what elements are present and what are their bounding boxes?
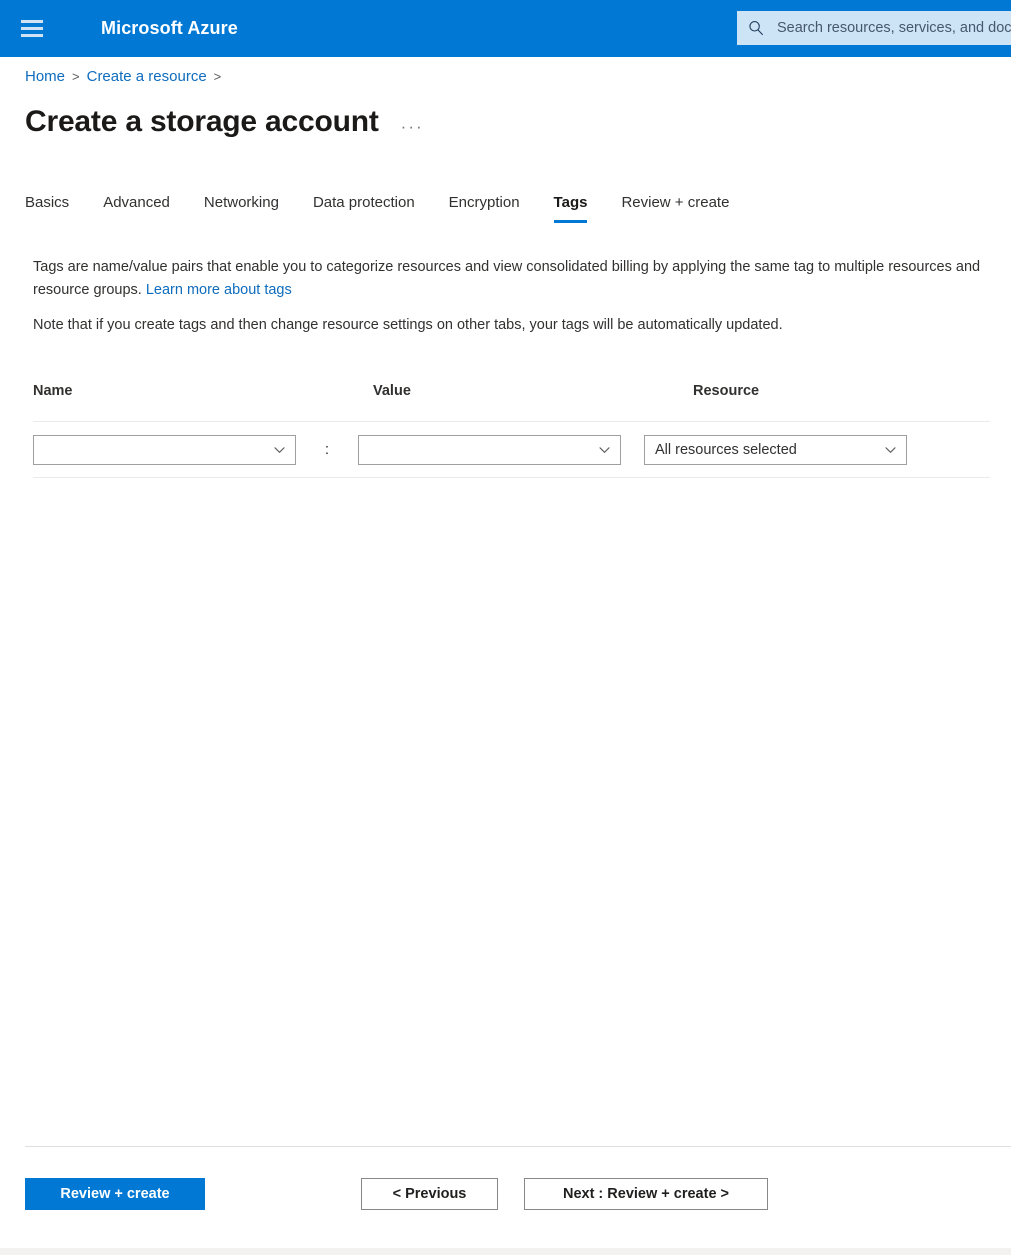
tab-data-protection[interactable]: Data protection bbox=[296, 190, 432, 223]
search-input[interactable] bbox=[775, 11, 1011, 45]
chevron-down-icon bbox=[598, 443, 611, 456]
breadcrumb-item-create-a-resource[interactable]: Create a resource bbox=[87, 68, 207, 85]
tags-table-header: Name Value Resource bbox=[33, 383, 990, 421]
tab-basics[interactable]: Basics bbox=[25, 190, 86, 223]
wizard-footer: Review + create < Previous Next : Review… bbox=[0, 1176, 1011, 1216]
learn-more-about-tags-link[interactable]: Learn more about tags bbox=[146, 282, 292, 298]
previous-button[interactable]: < Previous bbox=[361, 1178, 498, 1210]
breadcrumb-separator-1: > bbox=[72, 69, 80, 84]
page-title: Create a storage account bbox=[25, 105, 379, 138]
tab-networking[interactable]: Networking bbox=[187, 190, 296, 223]
tag-name-dropdown[interactable] bbox=[33, 434, 296, 465]
top-navigation-bar: Microsoft Azure bbox=[0, 0, 1011, 57]
hamburger-icon[interactable] bbox=[8, 0, 56, 57]
tags-note: Note that if you create tags and then ch… bbox=[33, 317, 783, 333]
tag-value-dropdown[interactable] bbox=[358, 434, 621, 465]
footer-divider bbox=[25, 1146, 1011, 1147]
hamburger-bar-1 bbox=[21, 20, 43, 23]
table-row: : All resources selected bbox=[33, 421, 990, 478]
wizard-tabs: Basics Advanced Networking Data protecti… bbox=[25, 190, 746, 223]
global-search-box[interactable] bbox=[737, 11, 1011, 45]
bottom-strip bbox=[0, 1248, 1011, 1255]
chevron-down-icon bbox=[884, 443, 897, 456]
tab-advanced[interactable]: Advanced bbox=[86, 190, 187, 223]
hamburger-bar-2 bbox=[21, 27, 43, 30]
more-options-icon[interactable]: ··· bbox=[401, 117, 424, 141]
tab-basics-label: Basics bbox=[25, 194, 70, 211]
column-header-name: Name bbox=[33, 383, 73, 399]
review-create-button[interactable]: Review + create bbox=[25, 1178, 205, 1210]
tab-data-protection-label: Data protection bbox=[312, 194, 415, 211]
column-header-resource: Resource bbox=[693, 383, 760, 399]
name-value-separator: : bbox=[324, 441, 330, 458]
tab-review-create-label: Review + create bbox=[621, 194, 730, 211]
next-review-create-button[interactable]: Next : Review + create > bbox=[524, 1178, 768, 1210]
azure-brand-title[interactable]: Microsoft Azure bbox=[101, 18, 238, 39]
tab-advanced-label: Advanced bbox=[103, 194, 170, 211]
column-header-value: Value bbox=[373, 383, 411, 399]
tab-tags-label: Tags bbox=[553, 194, 588, 211]
tab-networking-label: Networking bbox=[203, 194, 279, 211]
breadcrumb-separator-2: > bbox=[213, 69, 222, 84]
tab-encryption-label: Encryption bbox=[448, 194, 520, 211]
page-title-row: Create a storage account ··· bbox=[25, 103, 424, 141]
tab-encryption[interactable]: Encryption bbox=[432, 190, 537, 223]
tag-resource-dropdown-value: All resources selected bbox=[655, 441, 797, 458]
tag-resource-dropdown[interactable]: All resources selected bbox=[644, 434, 907, 465]
tab-review-create[interactable]: Review + create bbox=[604, 190, 746, 223]
tags-description: Tags are name/value pairs that enable yo… bbox=[33, 256, 983, 301]
chevron-down-icon bbox=[273, 443, 286, 456]
tags-table: Name Value Resource : All resources sele… bbox=[33, 383, 990, 478]
tab-tags[interactable]: Tags bbox=[537, 190, 605, 223]
breadcrumb-item-home[interactable]: Home bbox=[25, 68, 65, 85]
hamburger-bar-3 bbox=[21, 34, 43, 37]
breadcrumb: Home > Create a resource > bbox=[25, 68, 221, 85]
search-icon bbox=[747, 19, 765, 37]
